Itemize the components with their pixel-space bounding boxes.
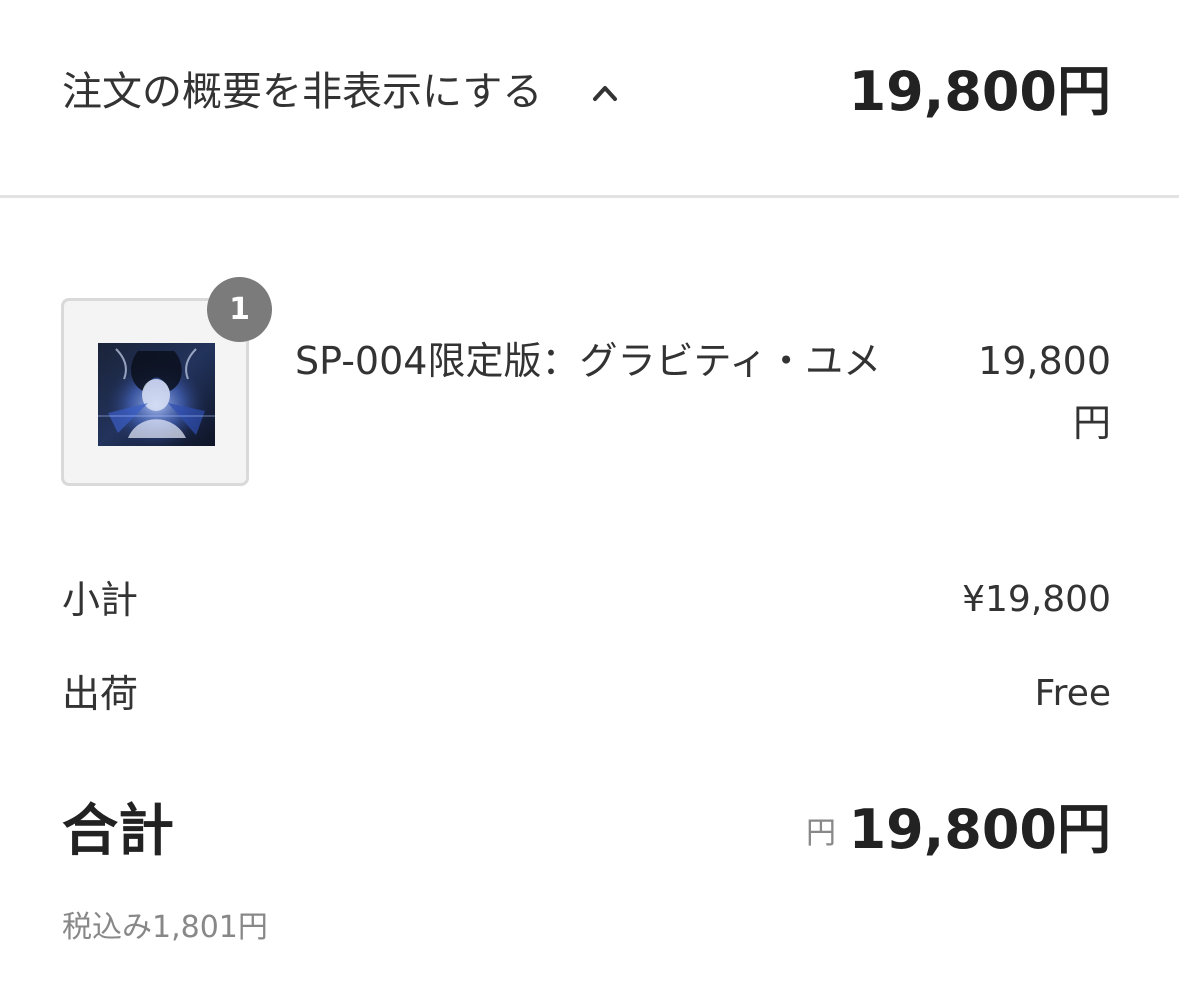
order-summary-toggle[interactable]: 注文の概要を非表示にする 19,800円 xyxy=(0,0,1179,198)
product-artwork xyxy=(98,343,215,446)
chevron-up-icon[interactable] xyxy=(590,78,620,108)
header-order-total: 19,800円 xyxy=(848,60,1111,123)
subtotal-label: 小計 xyxy=(62,578,139,622)
shipping-label: 出荷 xyxy=(62,672,139,716)
total-label: 合計 xyxy=(62,799,174,864)
product-price: 19,800円 xyxy=(978,339,1111,445)
tax-included-note: 税込み1,801円 xyxy=(62,910,268,945)
total-currency-code: 円 xyxy=(806,816,836,851)
quantity-badge: 1 xyxy=(207,277,272,342)
subtotal-value: ¥19,800 xyxy=(962,579,1111,620)
shipping-value: Free xyxy=(1034,673,1111,714)
total-value: 19,800円 xyxy=(848,798,1111,861)
product-name: SP-004限定版：グラビティ・ユメ xyxy=(295,339,882,383)
order-summary-toggle-label[interactable]: 注文の概要を非表示にする xyxy=(62,66,542,118)
